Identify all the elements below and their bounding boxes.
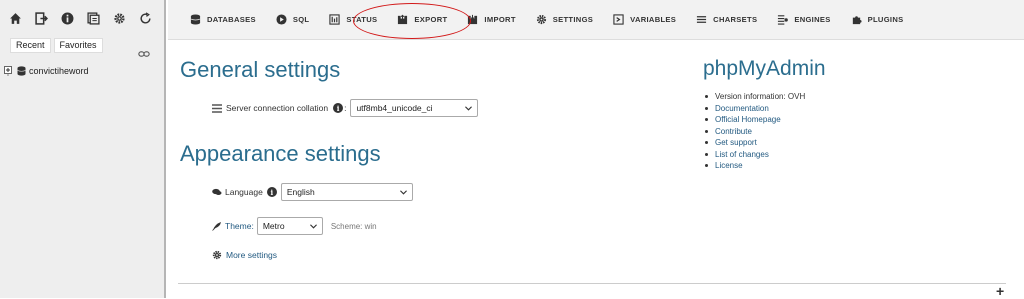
changelog-link[interactable]: List of changes [715, 149, 769, 161]
general-settings-title: General settings [180, 57, 341, 82]
chevron-down-icon [309, 223, 317, 229]
theme-select[interactable]: Metro [256, 217, 323, 235]
language-row: Language i English [212, 183, 413, 201]
sql-icon [276, 14, 287, 25]
database-icon [190, 14, 201, 25]
tab-variables[interactable]: Variables [613, 14, 676, 25]
import-icon [468, 14, 478, 25]
tab-databases[interactable]: Databases [190, 14, 256, 25]
collation-select[interactable]: utf8mb4_unicode_ci [350, 99, 479, 117]
version-info: Version information: OVH [703, 91, 826, 103]
license-link[interactable]: License [715, 160, 743, 172]
colon: : [344, 103, 347, 113]
phpmyadmin-title: phpMyAdmin [703, 57, 826, 80]
homepage-link[interactable]: Official Homepage [715, 114, 781, 126]
recent-tab[interactable]: Recent [10, 38, 51, 53]
export-icon [398, 14, 408, 25]
chevron-down-icon [399, 189, 407, 195]
link-icon[interactable] [138, 50, 150, 58]
tab-plugins[interactable]: Plugins [851, 14, 904, 25]
charsets-icon [697, 16, 707, 23]
scheme-text: Scheme: win [330, 221, 377, 231]
speech-bubble-icon [212, 188, 222, 195]
theme-row: Theme: Metro Scheme: win [212, 217, 377, 235]
list-item: Official Homepage [703, 114, 826, 126]
list-item: Get support [703, 137, 826, 149]
recent-favorites-tabs: Recent Favorites [10, 38, 103, 53]
language-label: Language [225, 187, 263, 197]
feather-icon [212, 222, 221, 231]
language-select[interactable]: English [280, 183, 413, 201]
divider [178, 283, 1006, 284]
info-icon[interactable] [60, 11, 75, 26]
chevron-down-icon [465, 105, 473, 111]
list-item: Documentation [703, 103, 826, 115]
gear-icon [536, 14, 546, 25]
variables-icon [613, 14, 624, 25]
list-item: License [703, 160, 826, 172]
settings-icon[interactable] [112, 11, 127, 26]
engines-icon [778, 15, 789, 25]
tab-charsets[interactable]: Charsets [696, 14, 757, 25]
favorites-tab[interactable]: Favorites [53, 38, 103, 53]
tab-engines[interactable]: Engines [777, 14, 830, 25]
status-icon [329, 14, 340, 25]
collation-label: Server connection collation [226, 103, 329, 113]
collation-info-icon[interactable]: i [333, 103, 344, 113]
docs-icon[interactable] [86, 11, 101, 26]
contribute-link[interactable]: Contribute [715, 126, 752, 138]
language-info-icon[interactable]: i [266, 187, 277, 197]
more-settings-link[interactable]: More settings [226, 250, 277, 260]
gear-icon [212, 250, 222, 260]
list-icon [212, 103, 222, 113]
support-link[interactable]: Get support [715, 137, 757, 149]
sidebar-toolbar [8, 11, 153, 26]
top-menu: Databases SQL Status Export Import Setti… [168, 0, 1024, 40]
appearance-settings-title: Appearance settings [180, 141, 381, 166]
phpmyadmin-links: Version information: OVH Documentation O… [703, 91, 826, 172]
collation-row: Server connection collation i : utf8mb4_… [212, 99, 479, 117]
theme-link[interactable]: Theme: [225, 221, 254, 231]
documentation-link[interactable]: Documentation [715, 103, 769, 115]
reload-icon[interactable] [138, 11, 153, 26]
list-item: Contribute [703, 126, 826, 138]
plus-icon[interactable]: + [996, 284, 1004, 298]
phpmyadmin-info-panel: phpMyAdmin Version information: OVH Docu… [703, 57, 826, 172]
main-content: Databases SQL Status Export Import Setti… [168, 0, 1024, 298]
database-icon [17, 66, 26, 76]
home-icon[interactable] [8, 11, 23, 26]
tab-status[interactable]: Status [329, 14, 377, 25]
tab-sql[interactable]: SQL [276, 14, 310, 25]
more-settings-row: More settings [212, 250, 277, 260]
tab-import[interactable]: Import [467, 14, 515, 25]
list-item: List of changes [703, 149, 826, 161]
tab-settings[interactable]: Settings [536, 14, 593, 25]
database-name[interactable]: convictiheword [29, 66, 89, 76]
database-tree-item[interactable]: convictiheword [4, 66, 89, 76]
navigation-panel: Recent Favorites convictiheword [0, 0, 166, 298]
expand-icon[interactable] [4, 66, 14, 76]
tab-export[interactable]: Export [397, 14, 447, 25]
plugins-icon [852, 16, 862, 25]
logout-icon[interactable] [34, 11, 49, 26]
